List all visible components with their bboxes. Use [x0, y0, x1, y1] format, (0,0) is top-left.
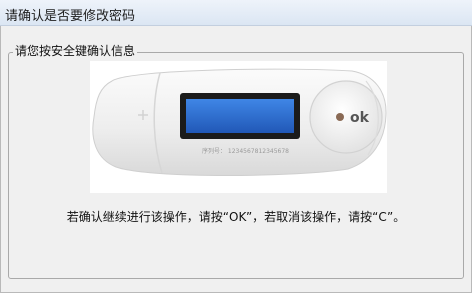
groupbox-legend: 请您按安全键确认信息: [13, 43, 138, 60]
device-button-pad: [309, 80, 383, 154]
usb-key-device-image: 序列号： 1234567812345678 ok: [90, 61, 387, 193]
ok-button-dot-icon: [336, 113, 344, 121]
confirm-instruction-text: 若确认继续进行该操作，请按“OK”，若取消该操作，请按“C”。: [66, 210, 406, 224]
title-bar: 请确认是否要修改密码: [0, 0, 472, 26]
device-serial-text: 序列号： 1234567812345678: [202, 147, 289, 155]
device-ok-label: ok: [350, 110, 370, 126]
window-title: 请确认是否要修改密码: [5, 9, 136, 24]
device-screen: [186, 99, 294, 133]
usb-key-illustration: 序列号： 1234567812345678 ok: [92, 68, 387, 176]
